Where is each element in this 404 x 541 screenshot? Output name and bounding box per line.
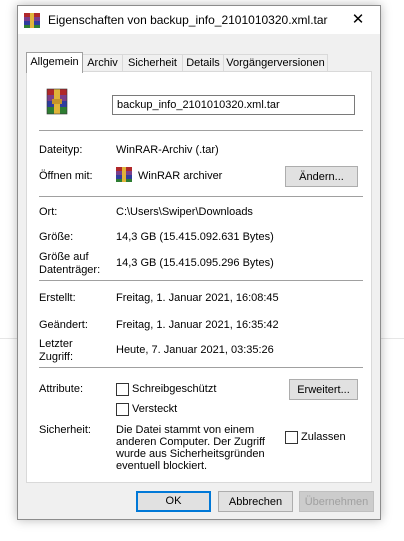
cancel-button[interactable]: Abbrechen xyxy=(218,491,293,512)
unblock-checkbox[interactable] xyxy=(285,431,298,444)
title-bar[interactable]: Eigenschaften von backup_info_2101010320… xyxy=(18,6,380,34)
unblock-label[interactable]: Zulassen xyxy=(301,431,346,443)
apply-button[interactable]: Übernehmen xyxy=(299,491,374,512)
tab-general[interactable]: Allgemein xyxy=(26,52,83,73)
close-icon: ✕ xyxy=(351,11,365,28)
hidden-checkbox[interactable] xyxy=(116,403,129,416)
advanced-button[interactable]: Erweitert... xyxy=(289,379,358,400)
divider xyxy=(39,280,363,281)
divider xyxy=(39,130,363,131)
divider xyxy=(39,367,363,368)
tab-previous-versions[interactable]: Vorgängerversionen xyxy=(223,54,328,72)
security-label: Sicherheit: xyxy=(39,424,91,436)
created-value: Freitag, 1. Januar 2021, 16:08:45 xyxy=(116,292,279,304)
size-label: Größe: xyxy=(39,231,74,243)
size-on-disk-label: Größe auf Datenträger: xyxy=(39,251,100,277)
size-on-disk-label-line1: Größe auf xyxy=(39,251,89,263)
security-text-line2: anderen Computer. Der Zugriff xyxy=(116,436,265,448)
readonly-checkbox[interactable] xyxy=(116,383,129,396)
security-text-line1: Die Datei stammt von einem xyxy=(116,424,255,436)
close-button[interactable]: ✕ xyxy=(336,6,380,34)
location-value: C:\Users\Swiper\Downloads xyxy=(116,206,253,218)
accessed-label-line1: Letzter xyxy=(39,338,73,350)
divider xyxy=(39,196,363,197)
accessed-value: Heute, 7. Januar 2021, 03:35:26 xyxy=(116,344,274,356)
security-text-line4: eventuell blockiert. xyxy=(116,460,208,472)
tab-archive[interactable]: Archiv xyxy=(82,54,123,72)
accessed-label-line2: Zugriff: xyxy=(39,351,74,363)
ok-button[interactable]: OK xyxy=(136,491,211,512)
window-title: Eigenschaften von backup_info_2101010320… xyxy=(48,13,328,27)
size-value: 14,3 GB (15.415.092.631 Bytes) xyxy=(116,231,274,243)
created-label: Erstellt: xyxy=(39,292,76,304)
modified-label: Geändert: xyxy=(39,319,88,331)
change-button[interactable]: Ändern... xyxy=(285,166,358,187)
winrar-app-icon xyxy=(116,167,132,182)
accessed-label: Letzter Zugriff: xyxy=(39,338,73,364)
winrar-archive-icon xyxy=(46,88,68,115)
winrar-archive-icon xyxy=(24,13,40,28)
modified-value: Freitag, 1. Januar 2021, 16:35:42 xyxy=(116,319,279,331)
file-type-value: WinRAR-Archiv (.tar) xyxy=(116,144,219,156)
open-with-value: WinRAR archiver xyxy=(138,170,223,182)
hidden-label[interactable]: Versteckt xyxy=(132,403,177,415)
open-with-label: Öffnen mit: xyxy=(39,170,93,182)
tab-security[interactable]: Sicherheit xyxy=(122,54,183,72)
file-name-input[interactable]: backup_info_2101010320.xml.tar xyxy=(112,95,355,115)
general-panel: backup_info_2101010320.xml.tar Dateityp:… xyxy=(26,71,372,483)
readonly-label[interactable]: Schreibgeschützt xyxy=(132,383,216,395)
size-on-disk-value: 14,3 GB (15.415.095.296 Bytes) xyxy=(116,257,274,269)
security-text-line3: wurde aus Sicherheitsgründen xyxy=(116,448,265,460)
security-text: Die Datei stammt von einem anderen Compu… xyxy=(116,424,265,472)
file-type-label: Dateityp: xyxy=(39,144,83,156)
location-label: Ort: xyxy=(39,206,58,218)
size-on-disk-label-line2: Datenträger: xyxy=(39,264,101,276)
properties-dialog: Eigenschaften von backup_info_2101010320… xyxy=(17,5,381,520)
attributes-label: Attribute: xyxy=(39,383,84,395)
tab-details[interactable]: Details xyxy=(182,54,224,72)
